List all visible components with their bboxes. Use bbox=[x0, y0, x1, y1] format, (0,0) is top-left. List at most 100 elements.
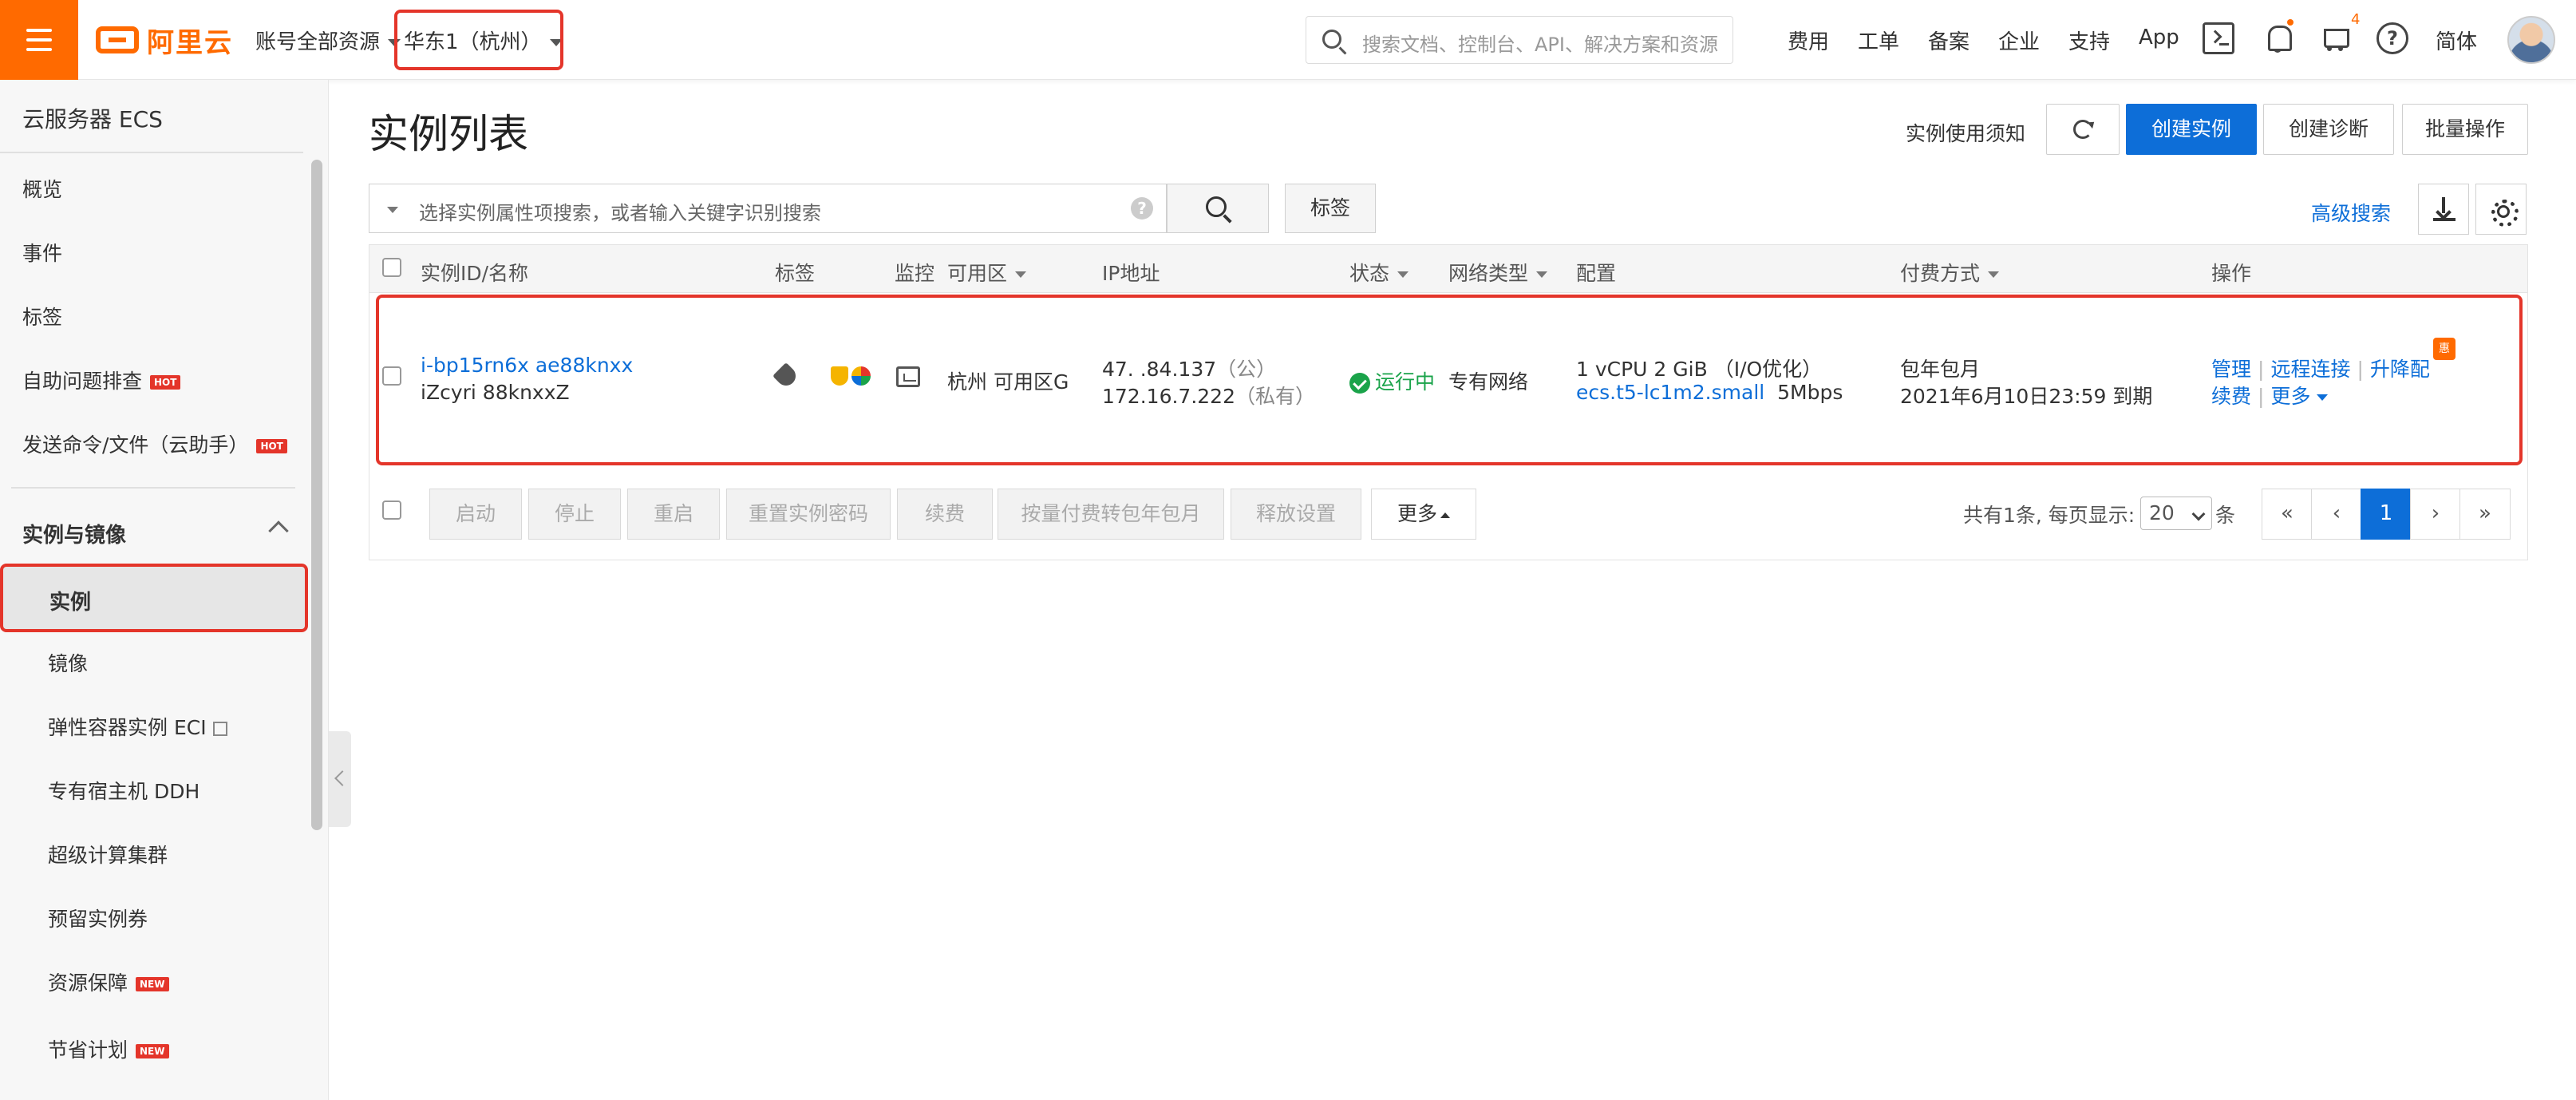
sidebar-item-label: 标签 bbox=[22, 306, 63, 329]
column-zone[interactable]: 可用区 bbox=[947, 258, 1027, 287]
column-status[interactable]: 状态 bbox=[1349, 258, 1409, 287]
bandwidth-value: 5Mbps bbox=[1777, 381, 1843, 404]
manage-link[interactable]: 管理 bbox=[2211, 358, 2251, 381]
instance-name: iZcyri 88knxxZ bbox=[421, 381, 570, 404]
instance-filter-input[interactable]: 选择实例属性项搜索，或者输入关键字识别搜索 ? bbox=[369, 184, 1167, 233]
next-page-button[interactable]: › bbox=[2410, 489, 2461, 540]
change-spec-link[interactable]: 升降配 bbox=[2370, 358, 2430, 381]
promo-badge: 惠 bbox=[2433, 338, 2455, 360]
create-instance-button[interactable]: 创建实例 bbox=[2126, 104, 2257, 155]
batch-operations-button[interactable]: 批量操作 bbox=[2402, 104, 2528, 155]
sort-caret-icon bbox=[1397, 271, 1409, 278]
sidebar-item-eci[interactable]: 弹性容器实例 ECI bbox=[48, 712, 227, 741]
cloud-shell-terminal-icon[interactable] bbox=[2203, 22, 2234, 54]
reset-password-button[interactable]: 重置实例密码 bbox=[726, 489, 891, 540]
security-shield-icon[interactable] bbox=[831, 366, 848, 386]
renew-button[interactable]: 续费 bbox=[897, 489, 993, 540]
help-question-icon[interactable]: ? bbox=[1131, 197, 1153, 220]
more-actions-dropdown[interactable]: 更多 bbox=[2270, 385, 2329, 408]
footer-select-all-checkbox[interactable] bbox=[382, 501, 401, 520]
sidebar-item-overview[interactable]: 概览 bbox=[22, 174, 62, 203]
new-badge: NEW bbox=[136, 1044, 169, 1058]
shopping-cart-icon[interactable] bbox=[2319, 22, 2351, 54]
chevron-up-icon bbox=[1440, 512, 1450, 518]
status-running: 运行中 bbox=[1349, 366, 1435, 395]
instance-notice-link[interactable]: 实例使用须知 bbox=[1906, 118, 2025, 147]
first-page-button[interactable]: « bbox=[2262, 489, 2313, 540]
sidebar-item-tags[interactable]: 标签 bbox=[22, 302, 62, 330]
column-status-label: 状态 bbox=[1349, 262, 1390, 285]
nav-billing[interactable]: 费用 bbox=[1788, 26, 1829, 55]
stop-button[interactable]: 停止 bbox=[528, 489, 621, 540]
nav-enterprise[interactable]: 企业 bbox=[1998, 26, 2040, 55]
more-button[interactable]: 更多 bbox=[1371, 489, 1476, 540]
sidebar-scrollbar[interactable] bbox=[311, 160, 322, 830]
sidebar-item-reserved-instances[interactable]: 预留实例券 bbox=[48, 904, 148, 932]
restart-button[interactable]: 重启 bbox=[627, 489, 720, 540]
sidebar-item-instances[interactable]: 实例 bbox=[0, 564, 308, 632]
page-size-select[interactable]: 20 bbox=[2140, 497, 2212, 530]
menu-hamburger-icon[interactable] bbox=[0, 0, 78, 80]
tag-filter-button[interactable]: 标签 bbox=[1285, 184, 1376, 233]
sidebar-group-instances-images[interactable]: 实例与镜像 bbox=[22, 519, 289, 548]
sidebar-item-cloud-assistant[interactable]: 发送命令/文件（云助手） HOT bbox=[22, 429, 287, 458]
advanced-search-link[interactable]: 高级搜索 bbox=[2311, 198, 2391, 227]
renew-link[interactable]: 续费 bbox=[2211, 385, 2251, 408]
column-billing[interactable]: 付费方式 bbox=[1900, 258, 2000, 287]
search-icon bbox=[1322, 30, 1341, 49]
column-config: 配置 bbox=[1576, 262, 1617, 285]
sidebar-item-savings-plan[interactable]: 节省计划 NEW bbox=[48, 1035, 169, 1063]
notification-bell-icon[interactable] bbox=[2262, 22, 2294, 54]
sidebar-item-capacity-reservation[interactable]: 资源保障 NEW bbox=[48, 967, 169, 996]
sort-caret-icon bbox=[1536, 271, 1548, 278]
column-instance-id: 实例ID/名称 bbox=[421, 262, 529, 285]
account-scope-dropdown[interactable]: 账号全部资源 bbox=[255, 26, 401, 55]
more-actions-label: 更多 bbox=[2270, 385, 2311, 408]
nav-icp-filing[interactable]: 备案 bbox=[1928, 26, 1970, 55]
zone-value: 杭州 可用区G bbox=[947, 370, 1069, 394]
download-icon[interactable] bbox=[2418, 184, 2469, 235]
sidebar-collapse-handle[interactable] bbox=[329, 731, 351, 827]
last-page-button[interactable]: » bbox=[2459, 489, 2511, 540]
language-switch[interactable]: 简体 bbox=[2436, 26, 2477, 55]
start-button[interactable]: 启动 bbox=[429, 489, 522, 540]
select-all-checkbox[interactable] bbox=[382, 258, 401, 277]
page-1-button[interactable]: 1 bbox=[2361, 489, 2412, 540]
row-actions-line1: 管理 | 远程连接 | 升降配 bbox=[2211, 358, 2430, 381]
global-search-input[interactable]: 搜索文档、控制台、API、解决方案和资源 bbox=[1306, 16, 1733, 64]
user-avatar[interactable] bbox=[2507, 16, 2555, 64]
row-checkbox[interactable] bbox=[382, 366, 401, 386]
release-settings-button[interactable]: 释放设置 bbox=[1231, 489, 1361, 540]
sidebar-item-ddh[interactable]: 专有宿主机 DDH bbox=[48, 776, 200, 805]
gear-icon[interactable] bbox=[2475, 184, 2527, 235]
aliyun-logo[interactable]: 阿里云 bbox=[96, 22, 233, 59]
service-status-icon[interactable] bbox=[851, 366, 871, 386]
instance-type-link[interactable]: ecs.t5-lc1m2.small bbox=[1576, 381, 1764, 404]
sidebar-item-images[interactable]: 镜像 bbox=[48, 648, 88, 677]
convert-billing-button[interactable]: 按量付费转包年包月 bbox=[998, 489, 1224, 540]
more-button-label: 更多 bbox=[1397, 502, 1437, 525]
sidebar-item-self-diagnosis[interactable]: 自助问题排查 HOT bbox=[22, 366, 181, 394]
public-ip-value: 47. .84.137 bbox=[1102, 358, 1217, 381]
nav-app[interactable]: App bbox=[2139, 26, 2179, 49]
prev-page-button[interactable]: ‹ bbox=[2311, 489, 2362, 540]
sidebar-item-events[interactable]: 事件 bbox=[22, 238, 62, 267]
filter-dropdown-icon[interactable] bbox=[387, 207, 398, 213]
sidebar-group-label: 实例与镜像 bbox=[22, 524, 127, 548]
column-network-type[interactable]: 网络类型 bbox=[1448, 258, 1548, 287]
help-question-icon[interactable]: ? bbox=[2376, 22, 2408, 54]
remote-connect-link[interactable]: 远程连接 bbox=[2270, 358, 2350, 381]
refresh-button[interactable] bbox=[2046, 104, 2120, 155]
search-button[interactable] bbox=[1167, 184, 1269, 233]
logo-text: 阿里云 bbox=[147, 26, 233, 59]
sidebar-divider bbox=[0, 152, 303, 153]
nav-support[interactable]: 支持 bbox=[2068, 26, 2110, 55]
external-link-icon bbox=[212, 722, 227, 736]
new-badge: NEW bbox=[136, 977, 169, 991]
chevron-down-icon bbox=[2317, 394, 2329, 401]
monitoring-chart-icon[interactable] bbox=[896, 366, 920, 387]
create-diagnosis-button[interactable]: 创建诊断 bbox=[2263, 104, 2394, 155]
nav-tickets[interactable]: 工单 bbox=[1858, 26, 1899, 55]
sidebar-item-scc[interactable]: 超级计算集群 bbox=[48, 840, 168, 869]
instance-id-link[interactable]: i-bp15rn6x ae88knxx bbox=[421, 354, 633, 377]
